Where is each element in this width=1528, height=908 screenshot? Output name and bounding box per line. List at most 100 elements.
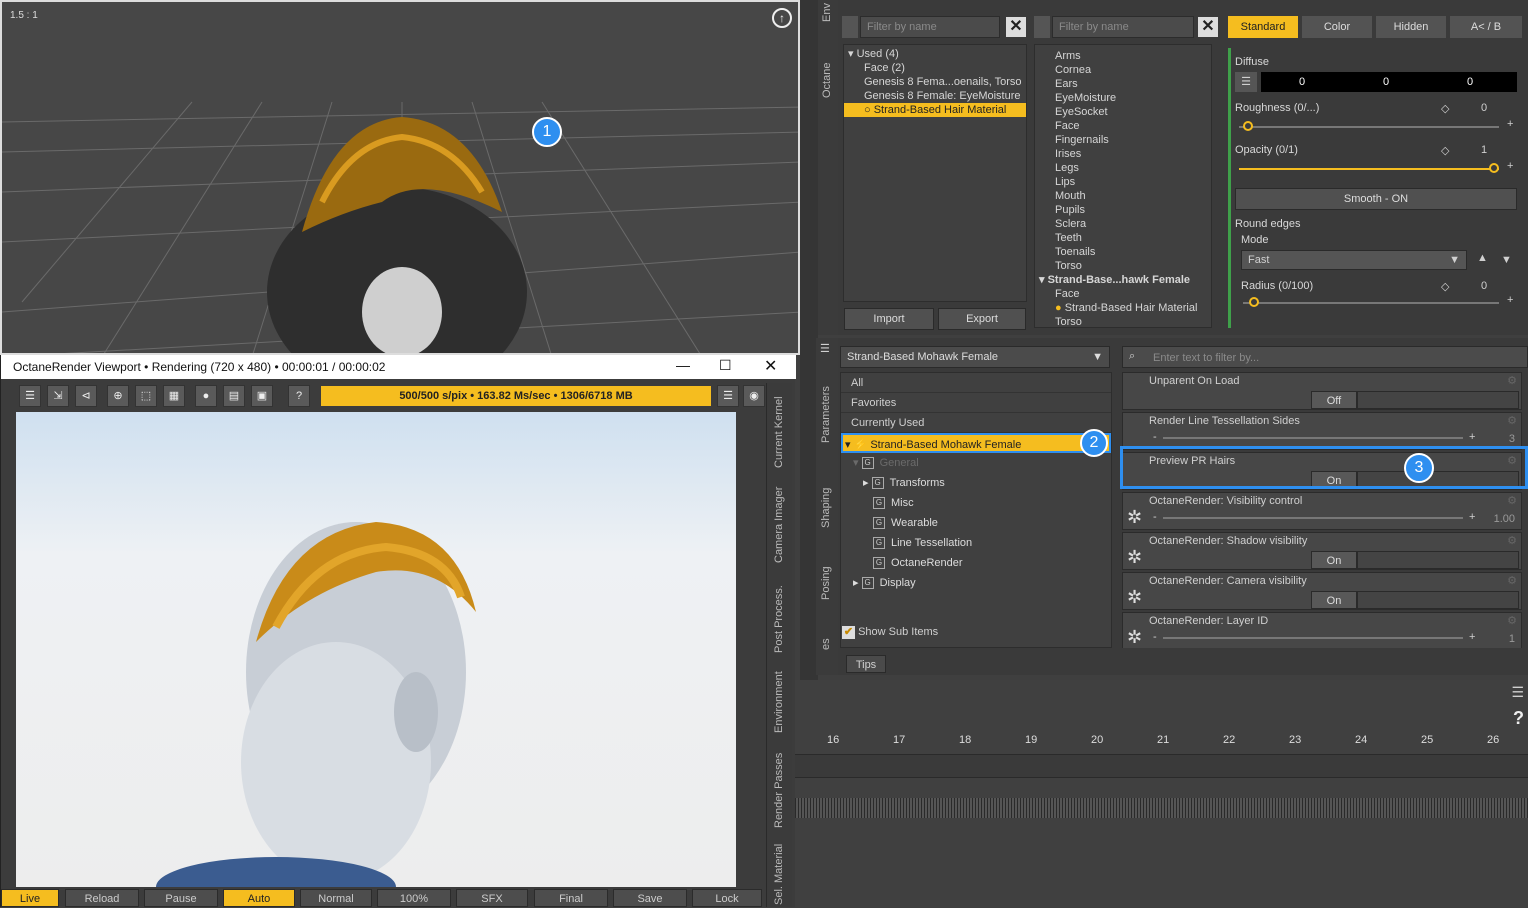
tree-general[interactable]: ▾ G General <box>841 453 1111 473</box>
tab-standard[interactable]: Standard <box>1228 16 1298 38</box>
list-item[interactable]: Mouth <box>1035 189 1211 203</box>
grid-icon[interactable]: ▤ <box>223 385 245 407</box>
opacity-slider[interactable] <box>1239 168 1499 170</box>
maximize-icon[interactable]: ☐ <box>719 357 732 374</box>
render-output[interactable] <box>16 412 736 887</box>
menu-icon[interactable]: ☰ <box>1511 684 1524 701</box>
menu-icon[interactable]: ☰ <box>820 342 830 355</box>
tips-tab[interactable]: Tips <box>846 655 886 673</box>
minus-icon[interactable]: - <box>1153 631 1157 643</box>
plus-minus-icon-2[interactable] <box>1034 16 1050 38</box>
minimize-icon[interactable]: — <box>676 357 690 373</box>
opacity-value[interactable]: 1 <box>1481 144 1487 156</box>
list-item[interactable]: Irises <box>1035 147 1211 161</box>
param-toggle[interactable]: On <box>1311 591 1357 609</box>
roughness-value[interactable]: 0 <box>1481 102 1487 114</box>
smooth-toggle[interactable]: Smooth - ON <box>1235 188 1517 210</box>
gear-icon[interactable]: ⚙ <box>1507 494 1517 507</box>
plus-icon-2[interactable]: + <box>1507 160 1513 172</box>
list-item[interactable]: Fingernails <box>1035 133 1211 147</box>
clear-filter-icon-2[interactable]: ✕ <box>1198 17 1218 37</box>
menu-icon[interactable]: ☰ <box>717 385 739 407</box>
toggle-track[interactable] <box>1357 391 1519 409</box>
export-icon[interactable]: ⇲ <box>47 385 69 407</box>
param-toggle[interactable]: On <box>1311 551 1357 569</box>
help-icon[interactable]: ? <box>288 385 310 407</box>
plus-icon[interactable]: + <box>1469 511 1475 523</box>
reload-button[interactable]: Reload <box>65 889 139 907</box>
list-item[interactable]: Genesis 8 Fema...oenails, Torso <box>844 75 1026 89</box>
list-item[interactable]: Face <box>1035 119 1211 133</box>
tab-hidden[interactable]: Hidden <box>1376 16 1446 38</box>
list-item[interactable]: Arms <box>1035 49 1211 63</box>
tab-render-passes[interactable]: Render Passes <box>773 753 785 828</box>
toggle-track[interactable] <box>1357 551 1519 569</box>
list-item[interactable]: EyeSocket <box>1035 105 1211 119</box>
param-slider[interactable] <box>1163 637 1463 639</box>
category-all[interactable]: All <box>841 373 1111 393</box>
list-item[interactable]: Teeth <box>1035 231 1211 245</box>
param-slider[interactable] <box>1163 437 1463 439</box>
list-item[interactable]: Ears <box>1035 77 1211 91</box>
tree-group[interactable]: G Line Tessellation <box>841 533 1111 553</box>
tab-post-process[interactable]: Post Process. <box>773 585 785 653</box>
list-item[interactable]: Torso <box>1035 259 1211 273</box>
param-value[interactable]: 3 <box>1509 433 1515 445</box>
normal-button[interactable]: Normal <box>300 889 372 907</box>
list-item[interactable]: EyeMoisture <box>1035 91 1211 105</box>
plus-icon-3[interactable]: + <box>1507 294 1513 306</box>
tab-ab[interactable]: A< / B <box>1450 16 1522 38</box>
reset-view-icon[interactable]: ↑ <box>772 8 792 28</box>
plus-icon[interactable]: + <box>1469 631 1475 643</box>
category-currently-used[interactable]: Currently Used <box>841 413 1111 433</box>
radius-slider[interactable] <box>1243 302 1499 304</box>
list-item[interactable]: Lips <box>1035 175 1211 189</box>
param-slider[interactable] <box>1163 517 1463 519</box>
live-button[interactable]: Live <box>1 889 59 907</box>
share-icon[interactable]: ⊲ <box>75 385 97 407</box>
gear-icon[interactable]: ⚙ <box>1507 574 1517 587</box>
param-value[interactable]: 1 <box>1509 633 1515 645</box>
clear-filter-icon[interactable]: ✕ <box>1006 17 1026 37</box>
tab-camera-imager[interactable]: Camera Imager <box>773 487 785 563</box>
group-header[interactable]: ▾ Strand-Base...hawk Female <box>1035 273 1211 287</box>
mode-select[interactable]: Fast ▼ <box>1241 250 1467 270</box>
gear-icon[interactable]: ⚙ <box>1507 614 1517 627</box>
sfx-button[interactable]: SFX <box>456 889 528 907</box>
arrow-up-icon[interactable]: ▲ <box>1477 252 1488 264</box>
import-button[interactable]: Import <box>844 308 934 330</box>
show-sub-items[interactable]: ✔ Show Sub Items <box>842 626 938 639</box>
tree-group[interactable]: G Misc <box>841 493 1111 513</box>
camera-icon[interactable]: ◉ <box>743 385 765 407</box>
grid4-icon[interactable]: ▦ <box>163 385 185 407</box>
used-header[interactable]: ▾ Used (4) <box>844 47 1026 61</box>
tree-group[interactable]: ▸ G Transforms <box>841 473 1111 493</box>
checkbox-icon[interactable]: ✔ <box>842 626 855 639</box>
list-item[interactable]: Face (2) <box>844 61 1026 75</box>
tab-shaping[interactable]: Shaping <box>820 488 832 528</box>
list-item[interactable]: Sclera <box>1035 217 1211 231</box>
tab-posing[interactable]: Posing <box>820 566 832 600</box>
plus-icon[interactable]: + <box>1469 431 1475 443</box>
plus-icon[interactable]: + <box>1507 118 1513 130</box>
list-icon[interactable]: ☰ <box>19 385 41 407</box>
save-button[interactable]: Save <box>613 889 687 907</box>
list-item[interactable]: Pupils <box>1035 203 1211 217</box>
list-item[interactable]: ● Strand-Based Hair Material <box>1035 301 1211 315</box>
zoom-button[interactable]: 100% <box>377 889 451 907</box>
list-item[interactable]: Legs <box>1035 161 1211 175</box>
list-item[interactable]: Face <box>1035 287 1211 301</box>
category-favorites[interactable]: Favorites <box>841 393 1111 413</box>
minus-icon[interactable]: - <box>1153 511 1157 523</box>
list-item[interactable]: Cornea <box>1035 63 1211 77</box>
pause-button[interactable]: Pause <box>144 889 218 907</box>
param-toggle[interactable]: Off <box>1311 391 1357 409</box>
close-icon[interactable]: ✕ <box>764 356 777 376</box>
diamond-icon-2[interactable]: ◇ <box>1441 144 1449 157</box>
lock-button[interactable]: Lock <box>692 889 762 907</box>
gear-icon[interactable]: ⚙ <box>1507 414 1517 427</box>
list-item[interactable]: Torso <box>1035 315 1211 327</box>
minus-icon[interactable]: - <box>1153 431 1157 443</box>
list-item[interactable]: Toenails <box>1035 245 1211 259</box>
arrow-down-icon[interactable]: ▼ <box>1501 254 1512 266</box>
